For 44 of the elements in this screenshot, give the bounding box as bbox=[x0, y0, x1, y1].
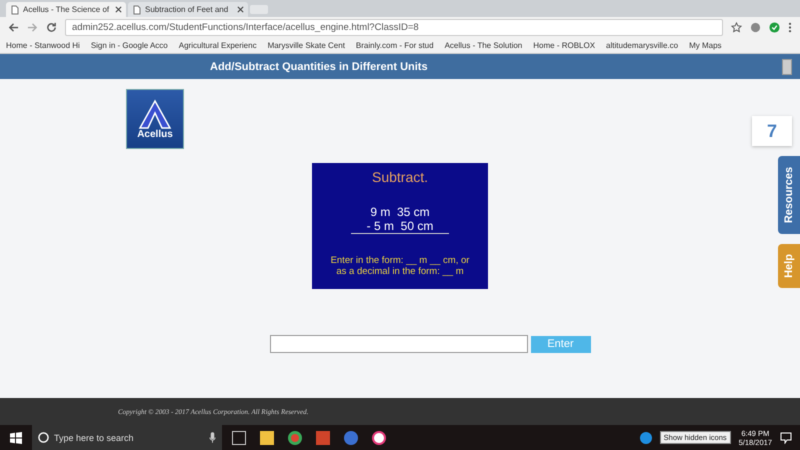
address-field[interactable]: admin252.acellus.com/StudentFunctions/Interface/acellus_engine.html?ClassID=8 bbox=[65, 18, 723, 36]
windows-start-icon[interactable] bbox=[10, 432, 22, 444]
bookmark[interactable]: Marysville Skate Cent bbox=[268, 40, 345, 50]
task-view-icon[interactable] bbox=[232, 430, 246, 444]
bookmark[interactable]: Sign in - Google Acco bbox=[90, 40, 168, 50]
answer-field[interactable] bbox=[270, 335, 528, 353]
search-placeholder: Type here to search bbox=[54, 432, 135, 442]
browser-tab[interactable]: Acellus - The Science of bbox=[6, 2, 126, 17]
bookmark[interactable]: Brainly.com - For stud bbox=[356, 40, 434, 50]
browser-tab[interactable]: Subtraction of Feet and bbox=[128, 2, 248, 17]
star-icon[interactable] bbox=[731, 22, 742, 32]
bookmark[interactable]: Acellus - The Solution bbox=[444, 40, 522, 50]
back-icon[interactable] bbox=[8, 22, 19, 32]
lesson-title: Add/Subtract Quantities in Different Units bbox=[210, 60, 428, 72]
menu-icon[interactable] bbox=[788, 22, 792, 32]
folder-icon[interactable] bbox=[260, 430, 274, 444]
day-counter: 7 bbox=[752, 116, 792, 146]
instruction-text: Enter in the form: __ m __ cm, or bbox=[330, 256, 470, 267]
bookmark[interactable]: Home - Stanwood Hi bbox=[6, 40, 80, 50]
circle-icon bbox=[38, 432, 49, 443]
exit-door-icon[interactable] bbox=[782, 58, 792, 74]
reload-icon[interactable] bbox=[46, 22, 57, 32]
app-icon[interactable] bbox=[316, 430, 330, 444]
music-icon[interactable] bbox=[372, 430, 386, 444]
bookmark[interactable]: altitudemarysville.co bbox=[606, 40, 678, 50]
page-icon bbox=[132, 4, 142, 14]
extension-icon[interactable] bbox=[750, 22, 761, 32]
microphone-icon[interactable] bbox=[209, 432, 216, 443]
taskbar-search-field[interactable]: Type here to search bbox=[32, 425, 222, 450]
instruction-text: as a decimal in the form: __ m bbox=[335, 266, 465, 278]
page-icon bbox=[10, 4, 20, 14]
bookmark[interactable]: My Maps bbox=[689, 40, 722, 50]
logo-text: Acellus bbox=[137, 128, 173, 140]
side-tab[interactable]: Resources bbox=[778, 156, 800, 234]
bookmark[interactable]: Agricultural Experienc bbox=[178, 40, 257, 50]
bookmark[interactable]: Home - ROBLOX bbox=[533, 40, 596, 50]
close-icon[interactable] bbox=[237, 6, 244, 13]
problem-line: - 5 m 50 cm bbox=[350, 219, 450, 234]
browser-icon[interactable] bbox=[288, 430, 302, 444]
check-icon[interactable] bbox=[769, 22, 780, 32]
problem-line: 9 m 35 cm bbox=[369, 205, 431, 219]
notification-icon[interactable] bbox=[780, 432, 792, 444]
close-icon[interactable] bbox=[115, 6, 122, 13]
problem-heading: Subtract. bbox=[372, 169, 428, 185]
